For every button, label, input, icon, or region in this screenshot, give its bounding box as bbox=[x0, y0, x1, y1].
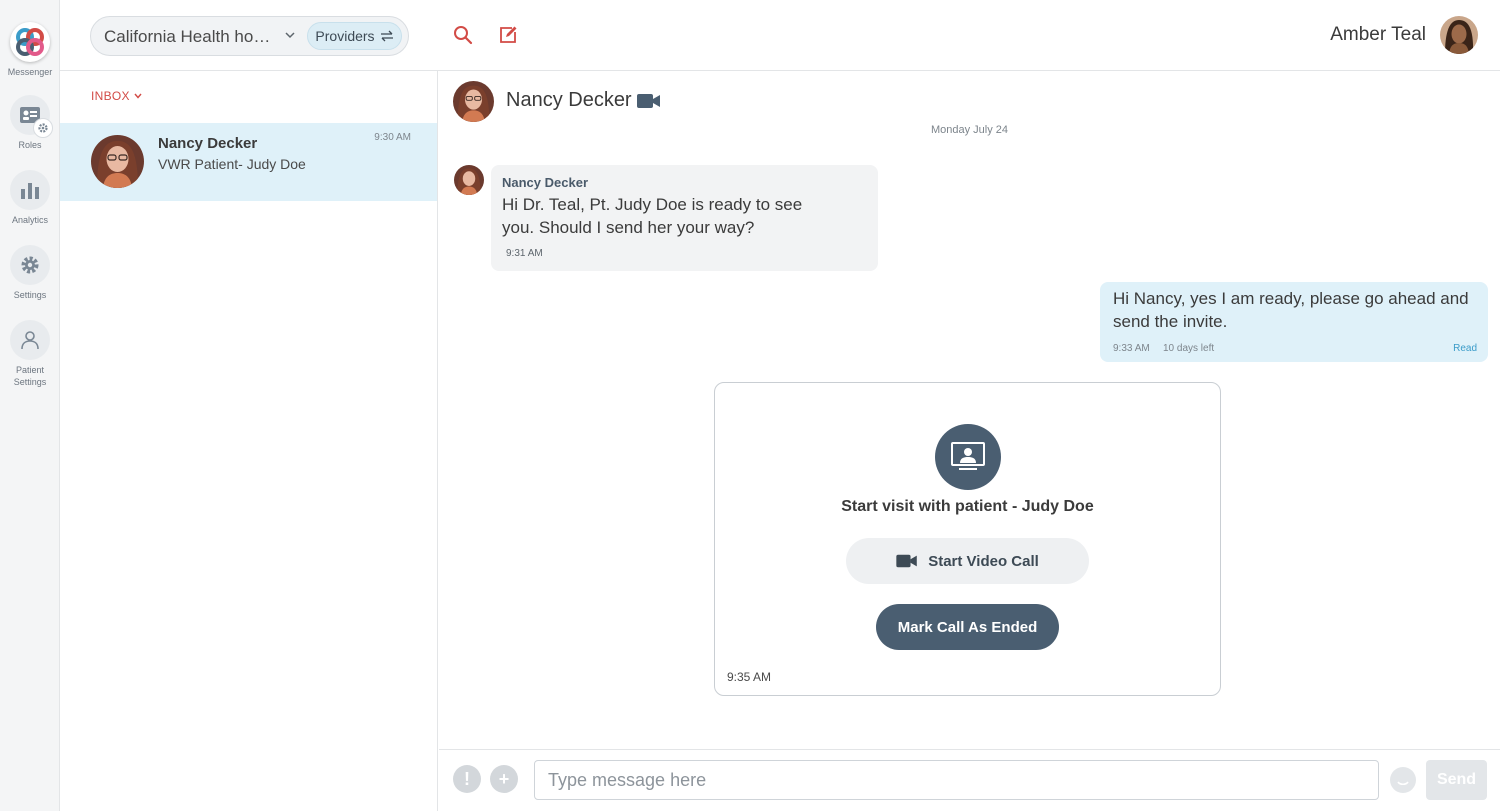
chat-header-avatar[interactable] bbox=[453, 81, 494, 122]
gear-icon bbox=[33, 118, 53, 138]
rail-label-analytics: Analytics bbox=[11, 215, 48, 225]
organization-selector[interactable]: California Health hospital Providers bbox=[90, 16, 409, 56]
chevron-down-icon bbox=[285, 32, 295, 39]
message-sender-avatar bbox=[454, 165, 484, 195]
message-sender: Nancy Decker bbox=[502, 175, 588, 190]
gear-icon bbox=[21, 256, 39, 274]
providers-toggle-button[interactable]: Providers bbox=[307, 22, 402, 50]
avatar-image bbox=[454, 165, 484, 195]
rail-label-settings: Settings bbox=[13, 290, 47, 300]
start-video-call-label: Start Video Call bbox=[928, 552, 1039, 570]
organization-name: California Health hospital bbox=[104, 27, 276, 46]
message-text: Hi Dr. Teal, Pt. Judy Doe is ready to se… bbox=[502, 195, 803, 237]
message-text: Hi Nancy, yes I am ready, please go ahea… bbox=[1113, 289, 1469, 331]
rail-item-patient-settings[interactable]: Patient Settings bbox=[0, 320, 60, 388]
conversation-preview: VWR Patient- Judy Doe bbox=[158, 156, 306, 172]
rail-label-patient: Patient bbox=[15, 365, 45, 375]
video-visit-icon bbox=[951, 442, 985, 470]
providers-label: Providers bbox=[315, 28, 375, 44]
rail-item-roles[interactable]: Roles bbox=[0, 95, 60, 151]
message-input[interactable] bbox=[534, 760, 1379, 800]
video-visit-card: Start visit with patient - Judy Doe Star… bbox=[714, 382, 1221, 696]
attach-button[interactable]: + bbox=[490, 765, 518, 793]
chat-panel: Nancy Decker Monday July 24 Nancy Decker… bbox=[439, 71, 1500, 811]
left-rail: Messenger Roles Analytics Settings Patie… bbox=[0, 0, 60, 811]
visit-card-time: 9:35 AM bbox=[727, 670, 772, 684]
compose-icon[interactable] bbox=[498, 25, 518, 45]
rail-label-roles: Roles bbox=[18, 140, 42, 150]
avatar bbox=[91, 135, 144, 188]
inbox-label: INBOX bbox=[91, 89, 130, 103]
inbox-filter-dropdown[interactable]: INBOX bbox=[91, 89, 142, 103]
message-composer: ! + Send bbox=[439, 749, 1500, 811]
app-logo bbox=[10, 22, 50, 62]
read-status: Read bbox=[1453, 343, 1477, 354]
rail-item-messenger[interactable]: Messenger bbox=[0, 22, 60, 78]
avatar-image bbox=[91, 135, 144, 188]
video-camera-icon[interactable] bbox=[637, 92, 661, 110]
conversation-item[interactable]: Nancy Decker VWR Patient- Judy Doe 9:30 … bbox=[60, 123, 437, 201]
visit-title: Start visit with patient - Judy Doe bbox=[841, 498, 1094, 515]
rail-label-settings-2: Settings bbox=[13, 377, 47, 387]
priority-button[interactable]: ! bbox=[453, 765, 481, 793]
date-separator: Monday July 24 bbox=[930, 124, 1009, 136]
mark-call-ended-button[interactable]: Mark Call As Ended bbox=[876, 604, 1059, 650]
top-bar: California Health hospital Providers Amb… bbox=[60, 0, 1500, 71]
plus-icon: + bbox=[498, 768, 510, 789]
message-time: 9:31 AM bbox=[506, 248, 543, 259]
user-avatar[interactable] bbox=[1440, 16, 1478, 54]
chevron-down-icon bbox=[134, 93, 142, 99]
rail-label-messenger: Messenger bbox=[7, 67, 53, 77]
exclamation-icon: ! bbox=[464, 768, 470, 789]
visit-icon-badge bbox=[935, 424, 1001, 490]
emoji-button[interactable] bbox=[1390, 767, 1416, 793]
analytics-icon bbox=[21, 183, 39, 199]
avatar-image bbox=[1440, 16, 1478, 54]
video-camera-icon bbox=[896, 554, 917, 568]
message-expiry: 10 days left bbox=[1163, 343, 1215, 354]
conversation-list: INBOX Nancy Decker VWR Patient- Judy Doe… bbox=[60, 71, 438, 811]
start-video-call-button[interactable]: Start Video Call bbox=[846, 538, 1089, 584]
messenger-logo-icon bbox=[16, 28, 44, 56]
chat-title: Nancy Decker bbox=[506, 89, 632, 111]
search-icon[interactable] bbox=[453, 25, 473, 45]
smiley-icon bbox=[1397, 781, 1409, 786]
conversation-name: Nancy Decker bbox=[158, 135, 258, 152]
incoming-message: Nancy Decker Hi Dr. Teal, Pt. Judy Doe i… bbox=[491, 165, 878, 271]
message-time: 9:33 AM bbox=[1113, 343, 1150, 354]
send-button[interactable]: Send bbox=[1426, 760, 1487, 800]
outgoing-message: Hi Nancy, yes I am ready, please go ahea… bbox=[1100, 282, 1488, 362]
rail-item-analytics[interactable]: Analytics bbox=[0, 170, 60, 226]
conversation-time: 9:30 AM bbox=[374, 132, 411, 143]
rail-item-settings[interactable]: Settings bbox=[0, 245, 60, 301]
user-name: Amber Teal bbox=[1330, 24, 1426, 45]
swap-icon bbox=[380, 30, 393, 42]
avatar-image bbox=[453, 81, 494, 122]
patient-settings-icon bbox=[21, 331, 39, 350]
